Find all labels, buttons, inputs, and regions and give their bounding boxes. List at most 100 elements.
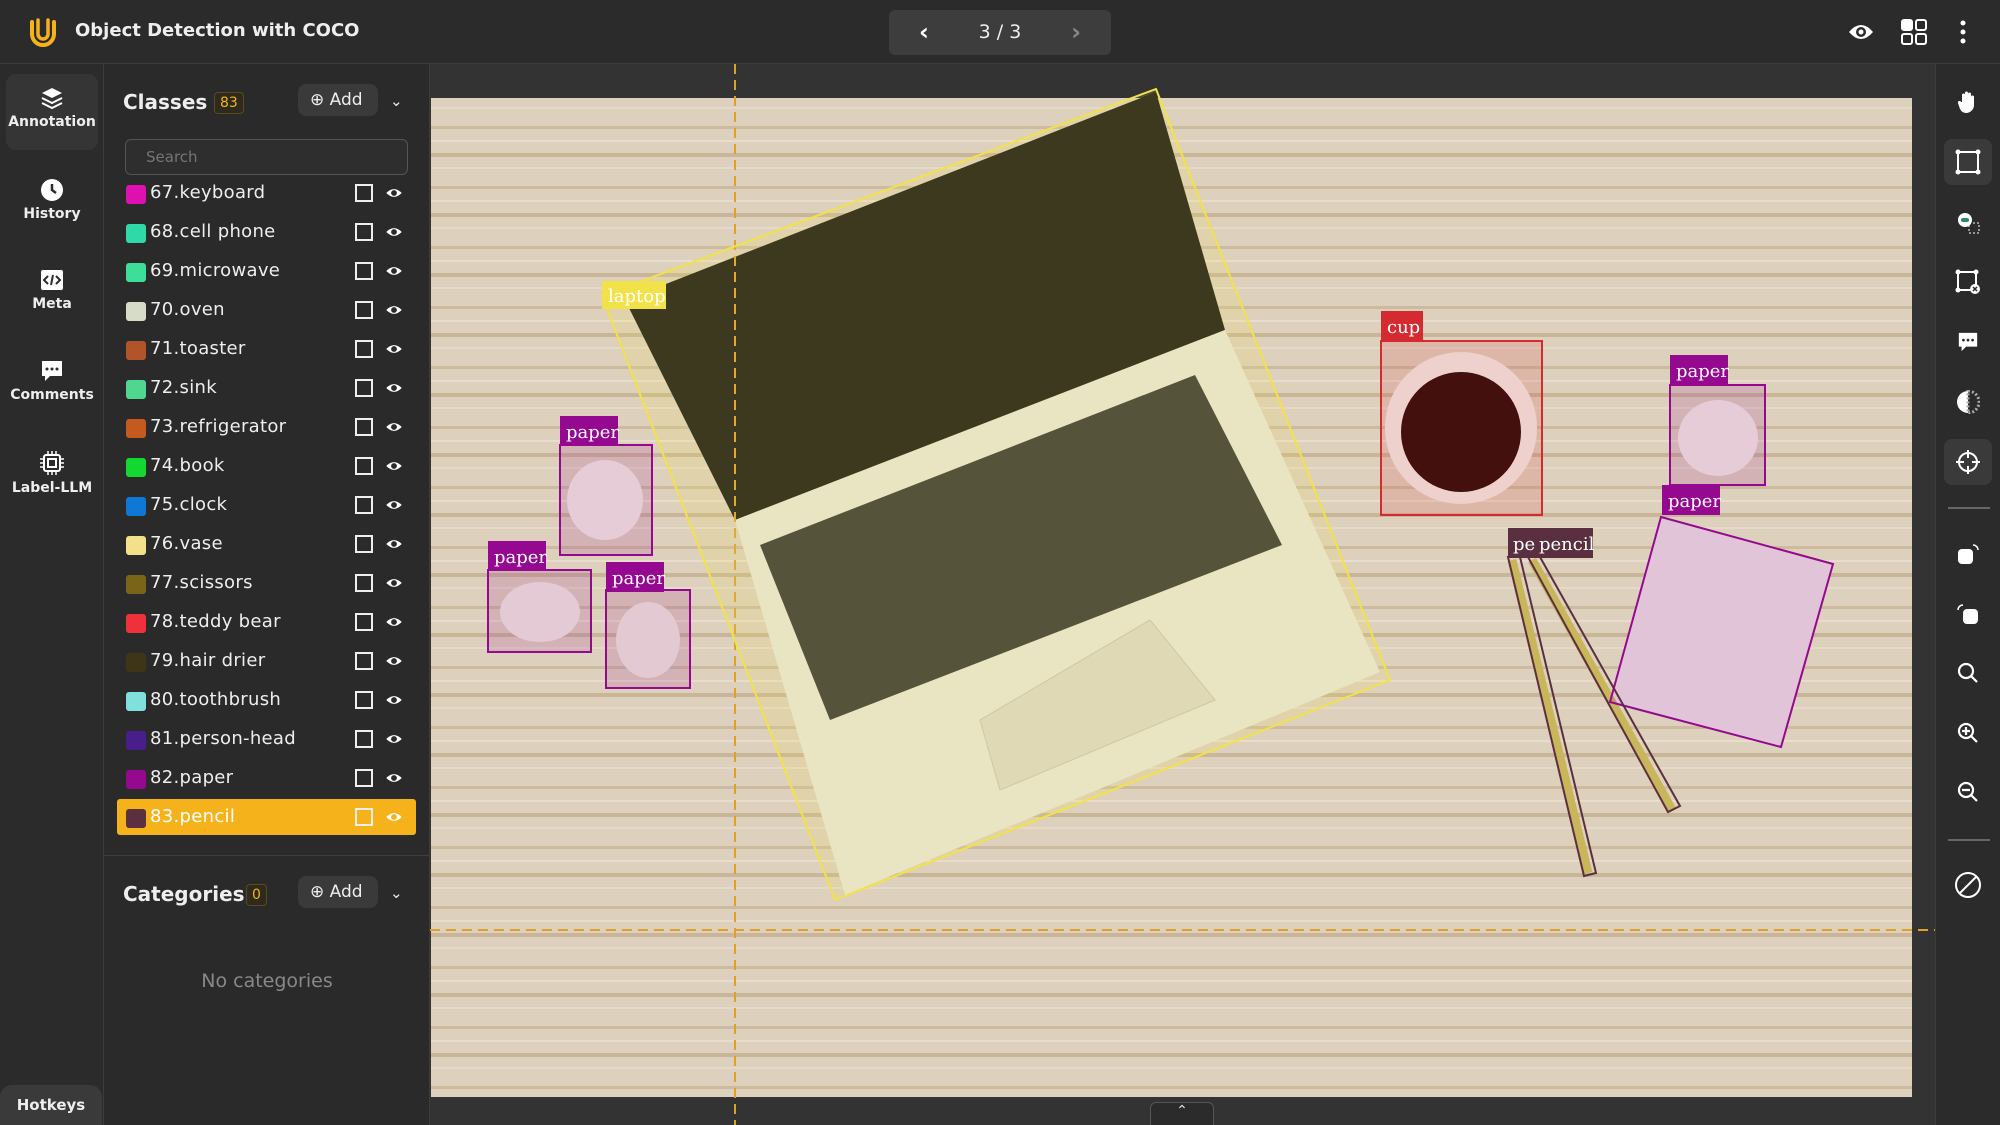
bounding-box-icon[interactable] — [355, 769, 373, 787]
annotation-label: cup — [1387, 317, 1420, 338]
class-item[interactable]: 81.person-head — [117, 721, 416, 757]
nav-annotation[interactable]: Annotation — [6, 74, 98, 150]
bounding-box-icon[interactable] — [355, 730, 373, 748]
nav-comments[interactable]: Comments — [6, 347, 98, 423]
eye-icon[interactable] — [385, 457, 403, 475]
class-item[interactable]: 72.sink — [117, 370, 416, 406]
bounding-box-icon[interactable] — [355, 808, 373, 826]
bounding-box-icon[interactable] — [355, 340, 373, 358]
add-category-button[interactable]: ⊕ Add — [298, 876, 378, 908]
classes-title: Classes — [123, 90, 208, 114]
crosshair-icon[interactable] — [1944, 439, 1992, 485]
bounding-box-icon[interactable] — [355, 613, 373, 631]
search-icon[interactable] — [1944, 650, 1992, 696]
bounding-box-icon[interactable] — [355, 535, 373, 553]
chevron-down-icon[interactable]: ⌄ — [390, 884, 403, 902]
bounding-box-icon[interactable] — [355, 184, 373, 202]
eye-icon[interactable] — [385, 301, 403, 319]
hand-icon[interactable] — [1944, 79, 1992, 125]
eye-icon[interactable] — [385, 769, 403, 787]
class-color-swatch — [126, 341, 146, 360]
class-color-swatch — [126, 302, 146, 321]
class-item[interactable]: 77.scissors — [117, 565, 416, 601]
chevron-up-icon[interactable]: ⌃ — [1150, 1102, 1214, 1125]
class-item[interactable]: 67.keyboard — [117, 175, 416, 211]
eye-icon[interactable] — [385, 691, 403, 709]
chevron-down-icon[interactable]: ⌄ — [390, 92, 403, 110]
bounding-box-icon[interactable] — [355, 652, 373, 670]
divider — [1948, 839, 1990, 841]
eye-icon[interactable] — [385, 652, 403, 670]
bounding-box-icon[interactable] — [355, 691, 373, 709]
eye-icon[interactable] — [385, 496, 403, 514]
bounding-box-icon[interactable] — [1944, 139, 1992, 185]
eye-icon[interactable] — [385, 223, 403, 241]
eye-icon[interactable] — [385, 262, 403, 280]
class-label: 72.sink — [150, 377, 217, 398]
class-item[interactable]: 76.vase — [117, 526, 416, 562]
more-options-icon[interactable] — [1956, 18, 1970, 46]
delete-box-icon[interactable] — [1944, 259, 1992, 305]
bounding-box-icon[interactable] — [355, 574, 373, 592]
class-item[interactable]: 70.oven — [117, 292, 416, 328]
grid-view-icon[interactable] — [1900, 18, 1928, 46]
hotkeys-button[interactable]: Hotkeys — [0, 1085, 102, 1125]
eye-icon[interactable] — [385, 808, 403, 826]
zoom-out-icon[interactable] — [1944, 769, 1992, 815]
no-categories-text: No categories — [201, 970, 333, 992]
class-item[interactable]: 73.refrigerator — [117, 409, 416, 445]
bounding-box-icon[interactable] — [355, 223, 373, 241]
class-item[interactable]: 78.teddy bear — [117, 604, 416, 640]
annotation-cup[interactable]: cup — [1380, 311, 1543, 516]
auto-annotate-icon[interactable] — [1944, 199, 1992, 245]
bounding-box-icon[interactable] — [355, 301, 373, 319]
eye-icon[interactable] — [385, 730, 403, 748]
class-item[interactable]: 71.toaster — [117, 331, 416, 367]
bounding-box-icon[interactable] — [355, 379, 373, 397]
bounding-box-icon[interactable] — [355, 457, 373, 475]
contrast-icon[interactable] — [1944, 379, 1992, 425]
bounding-box-icon[interactable] — [355, 496, 373, 514]
eye-icon[interactable] — [385, 418, 403, 436]
nav-label: History — [23, 206, 81, 222]
class-label: 76.vase — [150, 533, 223, 554]
hide-icon[interactable] — [1944, 862, 1992, 908]
annotation-canvas[interactable]: laptop cup paper paper paper paper paper… — [430, 64, 1935, 1125]
class-item[interactable]: 83.pencil — [117, 799, 416, 835]
rotate-right-icon[interactable] — [1944, 532, 1992, 578]
class-item[interactable]: 74.book — [117, 448, 416, 484]
eye-icon[interactable] — [385, 379, 403, 397]
nav-label-llm[interactable]: Label-LLM — [6, 438, 98, 514]
annotation-label: paper — [566, 422, 619, 443]
eye-icon[interactable] — [385, 574, 403, 592]
eye-icon[interactable] — [385, 184, 403, 202]
nav-meta[interactable]: Meta — [6, 256, 98, 332]
canvas-image[interactable]: laptop cup paper paper paper paper paper… — [430, 64, 1935, 1125]
class-color-swatch — [126, 692, 146, 711]
class-color-swatch — [126, 770, 146, 789]
class-search-input[interactable] — [125, 139, 408, 175]
eye-icon[interactable] — [1847, 18, 1875, 46]
class-item[interactable]: 80.toothbrush — [117, 682, 416, 718]
bounding-box-icon[interactable] — [355, 262, 373, 280]
comment-icon[interactable] — [1944, 319, 1992, 365]
class-item[interactable]: 69.microwave — [117, 253, 416, 289]
zoom-in-icon[interactable] — [1944, 710, 1992, 756]
class-item[interactable]: 68.cell phone — [117, 214, 416, 250]
nav-history[interactable]: History — [6, 166, 98, 242]
nav-label: Label-LLM — [11, 480, 93, 496]
class-item[interactable]: 82.paper — [117, 760, 416, 796]
class-label: 81.person-head — [150, 728, 296, 749]
add-class-button[interactable]: ⊕ Add — [298, 84, 378, 116]
nav-label: Annotation — [8, 114, 96, 130]
class-item[interactable]: 79.hair drier — [117, 643, 416, 679]
classes-count-badge: 83 — [214, 92, 244, 114]
bounding-box-icon[interactable] — [355, 418, 373, 436]
eye-icon[interactable] — [385, 535, 403, 553]
chevron-right-icon[interactable]: › — [1071, 18, 1081, 46]
eye-icon[interactable] — [385, 613, 403, 631]
eye-icon[interactable] — [385, 340, 403, 358]
rotate-left-icon[interactable] — [1944, 592, 1992, 638]
class-item[interactable]: 75.clock — [117, 487, 416, 523]
class-label: 74.book — [150, 455, 225, 476]
